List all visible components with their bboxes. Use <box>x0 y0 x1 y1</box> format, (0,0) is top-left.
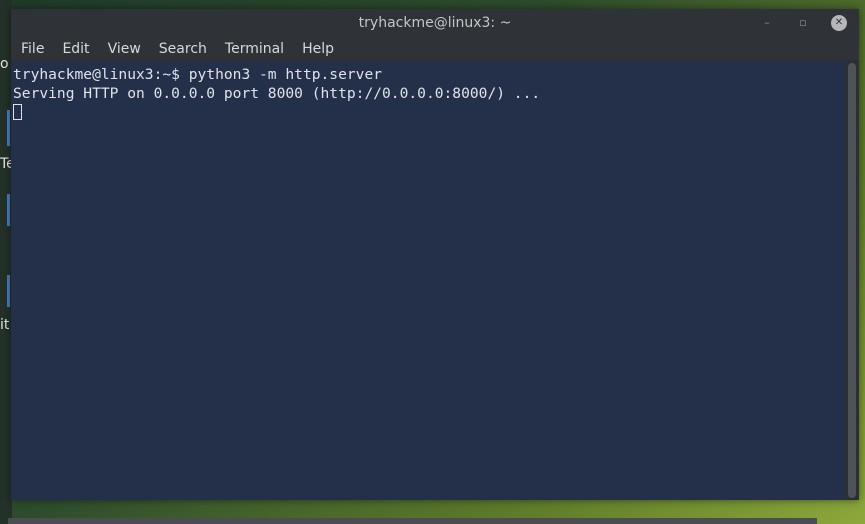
title-bar[interactable]: tryhackme@linux3: ~ – ▫ ✕ <box>11 9 859 37</box>
desktop-icon-bar <box>7 194 10 226</box>
terminal-text: tryhackme@linux3:~$ python3 -m http.serv… <box>13 65 540 122</box>
cursor-block <box>13 104 22 120</box>
minimize-button[interactable]: – <box>759 15 775 31</box>
desktop-icon-label[interactable]: it <box>0 318 9 332</box>
terminal-scrollbar[interactable] <box>845 61 859 500</box>
terminal-line-output: Serving HTTP on 0.0.0.0 port 8000 (http:… <box>13 85 541 102</box>
menu-bar: File Edit View Search Terminal Help <box>11 37 859 60</box>
window-title: tryhackme@linux3: ~ <box>358 15 512 31</box>
desktop-icon-bar <box>7 110 10 146</box>
scrollbar-thumb[interactable] <box>848 63 856 498</box>
desktop-icon-bar <box>7 275 10 307</box>
menu-terminal[interactable]: Terminal <box>225 41 284 57</box>
menu-view[interactable]: View <box>108 41 141 57</box>
terminal-output[interactable]: tryhackme@linux3:~$ python3 -m http.serv… <box>11 61 845 500</box>
close-button[interactable]: ✕ <box>831 15 847 31</box>
menu-file[interactable]: File <box>21 41 44 57</box>
taskbar <box>8 518 817 524</box>
maximize-button[interactable]: ▫ <box>795 15 811 31</box>
menu-help[interactable]: Help <box>302 41 334 57</box>
terminal-line-command: tryhackme@linux3:~$ python3 -m http.serv… <box>13 66 383 83</box>
menu-search[interactable]: Search <box>159 41 207 57</box>
terminal-cursor-line <box>13 103 540 122</box>
desktop-icon-label[interactable]: o <box>0 57 9 71</box>
terminal-window: tryhackme@linux3: ~ – ▫ ✕ File Edit View… <box>11 9 859 500</box>
menu-edit[interactable]: Edit <box>62 41 89 57</box>
